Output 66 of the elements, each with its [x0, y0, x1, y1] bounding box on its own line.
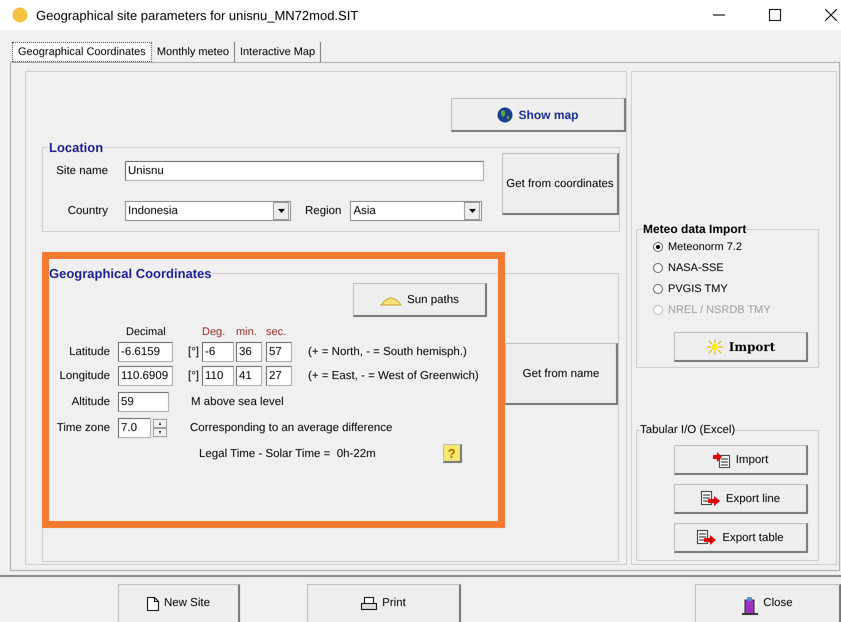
column-header: sec.	[266, 326, 288, 338]
tab[interactable]: Geographical Coordinates	[12, 42, 152, 62]
sun-paths-button[interactable]: Sun paths	[353, 283, 487, 317]
printer-icon	[361, 597, 378, 611]
sun-icon	[706, 338, 724, 356]
legal-time-text: Legal Time - Solar Time = 0h-22m	[199, 448, 376, 460]
document-arrow-icon	[712, 452, 731, 468]
group-title: Meteo data Import	[643, 222, 746, 236]
maximize-icon[interactable]	[769, 9, 781, 21]
seconds-field[interactable]: 27	[266, 366, 292, 386]
field-label: Region	[305, 205, 342, 217]
export-button[interactable]: Export table	[674, 523, 808, 553]
decimal-field[interactable]: -6.6159	[118, 342, 173, 362]
column-header: Decimal	[125, 326, 167, 338]
country-dropdown[interactable]: Indonesia	[125, 201, 291, 221]
print-button[interactable]: Print	[307, 584, 461, 622]
show-map-button[interactable]: Show map	[451, 98, 626, 132]
unit-label: [°]	[187, 346, 200, 358]
hint-text: (+ = North, - = South hemisph.)	[307, 346, 468, 358]
dropdown-arrow-icon	[468, 209, 476, 213]
close-icon[interactable]	[825, 9, 837, 21]
column-header: Deg.	[202, 326, 226, 338]
field-label: Longitude	[58, 370, 110, 382]
document-arrow-icon	[700, 490, 721, 506]
note-text: M above sea level	[191, 396, 284, 408]
field-label: Site name	[55, 165, 108, 177]
document-arrow-icon	[697, 530, 718, 546]
get-from-name-button[interactable]: Get from name	[505, 343, 618, 405]
app-icon	[12, 7, 28, 23]
export-button[interactable]: Export line	[674, 484, 808, 514]
field-label: Time zone	[56, 422, 110, 434]
group-title: Location	[49, 140, 104, 155]
globe-icon	[497, 106, 514, 122]
dropdown-arrow-icon	[278, 209, 284, 213]
decimal-field[interactable]: 110.6909	[118, 366, 173, 386]
get-from-coordinates-button[interactable]: Get from coordinates	[502, 153, 619, 215]
close-button[interactable]: Close	[695, 584, 841, 622]
minutes-field[interactable]: 41	[236, 366, 262, 386]
field-label: Latitude	[68, 346, 110, 358]
altitude-field[interactable]: 59	[118, 392, 169, 412]
spin-up-icon[interactable]	[153, 419, 167, 428]
document-icon	[146, 597, 159, 611]
time-zone-field[interactable]: 7.0	[118, 418, 151, 438]
door-icon	[742, 597, 758, 615]
minutes-field[interactable]: 36	[236, 342, 262, 362]
unit-label: [°]	[187, 370, 200, 382]
radio-option[interactable]: PVGIS TMY	[653, 278, 818, 299]
new-site-button[interactable]: New Site	[118, 584, 240, 622]
field-label: Country	[66, 205, 108, 217]
group-title: Tabular I/O (Excel)	[640, 424, 736, 436]
note-text: Corresponding to an average difference	[190, 422, 392, 434]
region-dropdown[interactable]: Asia	[350, 201, 482, 221]
radio-option[interactable]: NASA-SSE	[653, 257, 818, 278]
site-name-field[interactable]: Unisnu	[125, 161, 484, 181]
spin-down-icon[interactable]	[153, 428, 167, 437]
degrees-field[interactable]: 110	[202, 366, 234, 386]
group-title: Geographical Coordinates	[49, 266, 212, 281]
hint-text: (+ = East, - = West of Greenwich)	[307, 370, 480, 382]
field-label: Altitude	[70, 396, 110, 408]
import-button[interactable]: Import	[674, 332, 808, 362]
window-title: Geographical site parameters for unisnu_MN72mod.SIT	[36, 8, 358, 22]
degrees-field[interactable]: -6	[202, 342, 234, 362]
seconds-field[interactable]: 57	[266, 342, 292, 362]
radio-option[interactable]: Meteonorm 7.2	[653, 236, 818, 257]
column-header: min.	[236, 326, 258, 338]
import-button[interactable]: Import	[674, 445, 808, 475]
